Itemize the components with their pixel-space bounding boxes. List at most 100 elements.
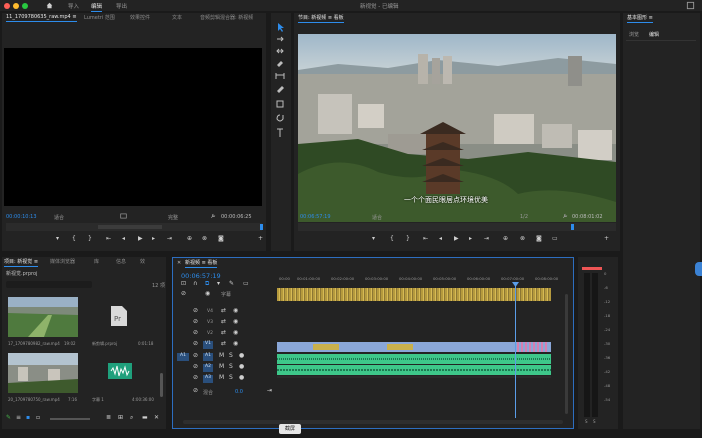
timeline-title[interactable]: 新视频 ≡ 看板 [185, 259, 218, 268]
track-target[interactable]: A3 [203, 375, 213, 383]
program-timecode[interactable]: 00:06:57:19 [300, 214, 331, 220]
audio-clip-a2[interactable] [277, 365, 551, 375]
solo-right-button[interactable]: S [593, 419, 596, 424]
go-to-in-icon[interactable]: ⇤ [106, 236, 111, 242]
source-playhead[interactable] [260, 224, 263, 230]
track-label[interactable]: V2 [207, 331, 213, 336]
program-button-editor-icon[interactable]: + [604, 236, 609, 242]
solo-icon[interactable]: S [229, 353, 233, 359]
mute-icon[interactable]: M [219, 364, 224, 370]
program-play-icon[interactable]: ▶ [454, 236, 459, 242]
lock-icon[interactable]: ⊘ [181, 291, 186, 297]
lift-icon[interactable]: ⊕ [503, 236, 508, 242]
tab-source-clip[interactable]: 11_1709780635_raw.mp4 ≡ [6, 14, 77, 22]
automate-icon[interactable]: ⊞ [118, 415, 123, 421]
lock-icon[interactable]: ⊘ [193, 319, 198, 325]
audio-clip-a1[interactable] [277, 354, 551, 364]
premiere-project-icon[interactable]: Pr [110, 305, 128, 327]
tab-text[interactable]: 文本 [172, 14, 182, 21]
freeform-view-icon[interactable]: ▫ [36, 415, 40, 421]
track-target[interactable]: A1 [203, 353, 213, 361]
button-editor-icon[interactable]: + [258, 236, 263, 242]
lock-icon[interactable]: ⊘ [193, 375, 198, 381]
program-step-back-icon[interactable]: ◂ [439, 236, 442, 242]
close-window-button[interactable] [4, 3, 10, 9]
source-timecode[interactable]: 00:00:10:13 [6, 214, 37, 220]
lock-icon[interactable]: ⊘ [193, 341, 198, 347]
title-clip[interactable] [387, 344, 413, 350]
program-export-frame-icon[interactable]: ◙ [536, 236, 542, 242]
eye-icon[interactable]: ◉ [233, 308, 238, 314]
program-mark-in-icon[interactable]: { [390, 236, 394, 242]
timeline-timecode[interactable]: 00:06:57:19 [181, 272, 221, 280]
lock-icon[interactable]: ⊘ [193, 388, 198, 394]
solo-icon[interactable]: S [229, 364, 233, 370]
video-clip-v1[interactable] [277, 342, 551, 352]
eye-icon[interactable]: ◉ [233, 319, 238, 325]
mic-icon[interactable]: ● [239, 375, 244, 381]
pen-icon[interactable]: ✎ [6, 415, 11, 421]
export-frame-icon[interactable]: ◙ [218, 236, 224, 242]
timeline-close-icon[interactable]: ✕ [177, 260, 181, 266]
workspace-export[interactable]: 导出 [116, 2, 127, 10]
sync-icon[interactable]: ⇄ [221, 330, 226, 336]
icon-view-icon[interactable]: ▪ [26, 415, 30, 421]
insert-icon[interactable]: ⊕ [187, 236, 192, 242]
mute-icon[interactable]: M [219, 375, 224, 381]
timeline-settings-icon[interactable]: ✎ [229, 281, 234, 287]
eye-icon[interactable]: ◉ [233, 341, 238, 347]
title-clip[interactable] [313, 344, 339, 350]
comparison-view-icon[interactable]: ▭ [552, 236, 558, 242]
lock-icon[interactable]: ⊘ [193, 308, 198, 314]
wrench-icon[interactable] [210, 213, 216, 219]
source-scrub-bar[interactable] [6, 223, 263, 231]
lock-icon[interactable]: ⊘ [193, 353, 198, 359]
lock-icon[interactable]: ⊘ [193, 330, 198, 336]
program-go-to-in-icon[interactable]: ⇤ [423, 236, 428, 242]
audio-track-a3[interactable] [277, 376, 551, 378]
source-video-view[interactable] [4, 48, 262, 206]
essential-graphics-title[interactable]: 基本图形 ≡ [627, 14, 653, 23]
graphic-clips[interactable] [517, 342, 547, 352]
tab-effect-controls[interactable]: 效果控件 [130, 14, 150, 21]
mark-in-icon[interactable]: { [72, 236, 76, 242]
workspace-import[interactable]: 导入 [68, 2, 79, 10]
minimize-window-button[interactable] [13, 3, 19, 9]
nest-icon[interactable]: ⊡ [181, 281, 186, 287]
program-video-view[interactable]: 一个个面民眼居点环境优美 [298, 34, 616, 222]
sync-icon[interactable]: ⇄ [221, 308, 226, 314]
caption-track-clips[interactable] [277, 288, 551, 301]
zoom-slider[interactable] [50, 418, 90, 420]
sort-icon[interactable]: ≣ [106, 415, 111, 421]
tab-libraries[interactable]: 库 [94, 258, 99, 265]
go-to-out-icon[interactable]: ⇥ [167, 236, 172, 242]
program-wrench-icon[interactable] [562, 213, 568, 219]
track-label[interactable]: V3 [207, 320, 213, 325]
tab-audio-clip-mixer[interactable]: 音频剪辑混合器: 新视频 [200, 14, 253, 21]
side-handle[interactable] [695, 262, 702, 276]
project-scrollbar[interactable] [160, 373, 163, 397]
find-icon[interactable]: ⌕ [130, 415, 133, 421]
solo-icon[interactable]: S [229, 375, 233, 381]
captions-icon[interactable]: ▭ [243, 281, 249, 287]
tab-effects[interactable]: 效 [140, 258, 145, 265]
timeline-playhead[interactable] [515, 282, 516, 418]
tab-media-browser[interactable]: 媒体浏览器 [50, 258, 75, 265]
sync-icon[interactable]: ⇄ [221, 341, 226, 347]
master-value[interactable]: 0.0 [235, 389, 243, 395]
track-label[interactable]: V4 [207, 309, 213, 314]
program-fit-select[interactable]: 适合 [372, 214, 382, 221]
step-back-icon[interactable]: ◂ [122, 236, 125, 242]
source-fit-select[interactable]: 适合 [54, 214, 64, 221]
timeline-horizontal-scrollbar[interactable] [183, 420, 563, 424]
list-view-icon[interactable]: ≡ [16, 415, 21, 421]
home-icon[interactable] [46, 2, 53, 9]
extract-icon[interactable]: ⊗ [520, 236, 525, 242]
track-target[interactable]: V1 [203, 341, 213, 349]
tab-browse[interactable]: 浏览 [629, 31, 639, 38]
share-icon[interactable] [686, 1, 695, 10]
eye-icon[interactable]: ◉ [205, 291, 210, 297]
mark-out-icon[interactable]: } [88, 236, 92, 242]
audio-clip-icon[interactable] [108, 363, 132, 379]
source-patch[interactable]: A1 [177, 353, 189, 361]
